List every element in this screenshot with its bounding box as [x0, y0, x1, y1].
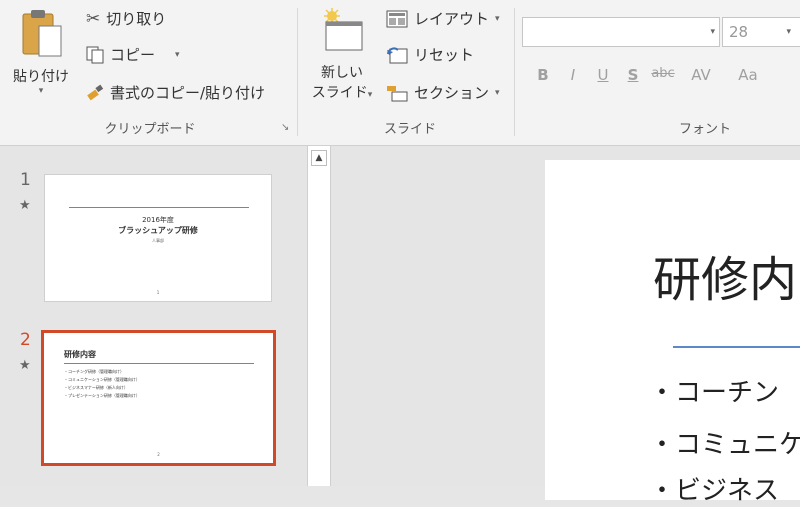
thumbnail-footer: 1	[156, 290, 160, 295]
clipboard-icon	[22, 10, 62, 57]
copy-caret-icon[interactable]: ▾	[175, 50, 180, 60]
strikethrough-button[interactable]: abc	[648, 66, 678, 84]
clipboard-launcher-icon[interactable]: ↘	[281, 122, 289, 133]
layout-label: レイアウト	[414, 10, 490, 28]
format-painter-button[interactable]: 書式のコピー/貼り付け	[86, 82, 265, 103]
font-name-caret-icon[interactable]: ▾	[710, 27, 715, 37]
slide-thumbnails-pane: 1 ★ 2016年度 ブラッシュアップ研修 人事部 1 2 ★ 研修内容 ・コー…	[0, 146, 306, 486]
shadow-button[interactable]: S	[618, 66, 648, 84]
thumbnail-rule	[64, 363, 254, 364]
layout-caret-icon[interactable]: ▾	[495, 14, 500, 24]
slide-bullet[interactable]: ・コミュニケ	[649, 424, 800, 461]
thumbnail-title: 2016年度	[142, 216, 174, 224]
layout-button[interactable]: レイアウト ▾	[386, 8, 500, 29]
cut-label: 切り取り	[106, 10, 167, 28]
bold-button[interactable]: B	[528, 66, 558, 84]
scissors-icon: ✂	[86, 8, 101, 29]
slide-bullet[interactable]: ・ビジネス	[649, 470, 779, 507]
layout-icon	[386, 10, 408, 27]
slide-canvas[interactable]: 研修内 ・コーチン ・コミュニケ ・ビジネス	[545, 160, 800, 506]
thumbnail-title: ブラッシュアップ研修	[118, 226, 198, 235]
format-painter-label: 書式のコピー/貼り付け	[110, 84, 266, 102]
thumbnail-bullet: ・コミュニケーション研修（管理職向け）	[64, 377, 140, 382]
reset-button[interactable]: リセット	[386, 44, 474, 65]
transition-star-icon: ★	[19, 358, 31, 373]
thumbnail-bullet: ・コーチング研修（管理職向け）	[64, 369, 124, 374]
paste-button[interactable]: 貼り付け ▾	[6, 6, 76, 106]
slide-thumbnail-1[interactable]: 2016年度 ブラッシュアップ研修 人事部 1	[44, 174, 272, 302]
ribbon: 貼り付け ▾ ✂ 切り取り コピー ▾ 書式のコピー/貼り付け クリップボード …	[0, 0, 800, 146]
underline-button[interactable]: U	[588, 66, 618, 84]
copy-icon	[86, 46, 104, 63]
new-slide-icon	[324, 8, 363, 51]
font-group-label: フォント	[678, 122, 731, 137]
thumbnail-bullet: ・プレゼンテーション研修（管理職向け）	[64, 393, 140, 398]
slide-thumbnail-2[interactable]: 研修内容 ・コーチング研修（管理職向け） ・コミュニケーション研修（管理職向け）…	[41, 330, 276, 466]
paste-caret-icon[interactable]: ▾	[6, 86, 76, 96]
title-rule	[673, 346, 800, 348]
scroll-up-arrow-icon[interactable]: ▲	[311, 150, 327, 166]
thumbnails-scrollbar[interactable]: ▲	[307, 146, 331, 486]
thumbnail-title: 研修内容	[64, 350, 96, 359]
font-size-input[interactable]: 28 ▾	[722, 17, 800, 47]
section-button[interactable]: セクション ▾	[386, 82, 500, 103]
slides-group-label: スライド	[383, 122, 436, 137]
transition-star-icon: ★	[19, 198, 31, 213]
divider	[514, 8, 515, 136]
section-icon	[387, 85, 408, 101]
section-caret-icon[interactable]: ▾	[495, 88, 500, 98]
change-case-button[interactable]: Aa	[724, 66, 772, 84]
section-label: セクション	[414, 84, 490, 102]
thumbnail-number: 2	[20, 330, 31, 350]
italic-button[interactable]: I	[558, 66, 588, 84]
copy-button[interactable]: コピー ▾	[86, 44, 180, 65]
thumbnail-rule	[69, 207, 249, 208]
font-format-row: B I U S abc AV Aa	[528, 66, 772, 84]
font-size-caret-icon[interactable]: ▾	[786, 27, 791, 37]
thumbnail-number: 1	[20, 170, 31, 190]
copy-label: コピー	[110, 46, 156, 64]
font-name-input[interactable]: ▾	[522, 17, 720, 47]
reset-label: リセット	[414, 46, 475, 64]
thumbnail-bullet: ・ビジネスマナー研修（新人向け）	[64, 385, 128, 390]
slide-title[interactable]: 研修内	[653, 240, 797, 310]
slide-bullet[interactable]: ・コーチン	[649, 372, 779, 409]
paintbrush-icon	[87, 84, 104, 100]
clipboard-group-label: クリップボード	[104, 122, 196, 137]
cut-button[interactable]: ✂ 切り取り	[86, 8, 166, 29]
thumbnail-footer: 2	[157, 452, 160, 457]
new-slide-caret-icon[interactable]: ▾	[368, 90, 373, 100]
character-spacing-button[interactable]: AV	[678, 66, 724, 84]
paste-label: 貼り付け	[13, 69, 69, 85]
new-slide-button[interactable]: 新しい スライド▾	[306, 6, 378, 110]
thumbnail-subtitle: 人事部	[152, 238, 164, 243]
new-slide-label-2: スライド▾	[311, 85, 373, 101]
divider	[297, 8, 298, 136]
reset-icon	[387, 46, 408, 63]
new-slide-label-1: 新しい	[321, 65, 363, 81]
